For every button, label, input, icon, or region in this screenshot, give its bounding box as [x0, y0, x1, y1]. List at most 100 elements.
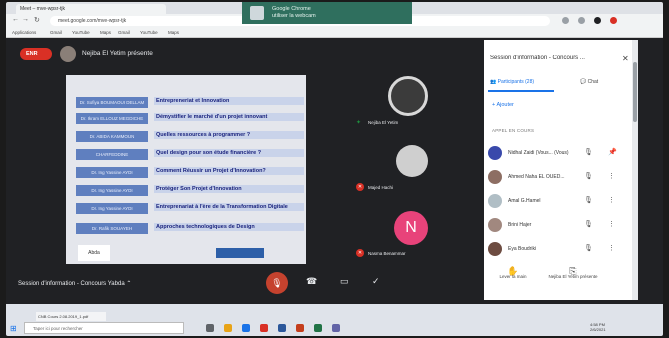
scrollbar-thumb[interactable]	[633, 62, 637, 122]
more-icon[interactable]: ⋮	[608, 196, 615, 204]
bookmark-apps[interactable]: Applications	[12, 30, 36, 35]
slide-speaker: CHARFEDDINE	[76, 149, 148, 160]
slide-topic: Démystifier le marché d'un projet innova…	[154, 113, 304, 121]
mic-off-icon: 🎙	[584, 245, 593, 252]
task-view-icon[interactable]	[206, 324, 214, 332]
bookmark-maps-2[interactable]: Maps	[168, 30, 179, 35]
bookmark-gmail[interactable]: Gmail	[50, 30, 62, 35]
slide-row: Dr. Ing Yassine AYDI Comment Réussir un …	[76, 167, 304, 179]
clock-date: 2/6/2021	[590, 327, 606, 332]
slide-topic: Protéger Son Projet d'Innovation	[154, 185, 304, 193]
present-now-button[interactable]: ✓	[372, 276, 380, 287]
excel-icon[interactable]	[314, 324, 322, 332]
participant-tile-avatar[interactable]	[388, 76, 428, 116]
windows-start-icon[interactable]: ⊞	[10, 324, 17, 333]
more-icon[interactable]: ⋮	[608, 172, 615, 180]
browser-tab[interactable]: Meet – mve-wpsr-tjk	[16, 4, 166, 14]
slide-speaker: Dr. Ing Yassine AYDI	[76, 185, 148, 196]
more-icon[interactable]: ⋮	[608, 220, 615, 228]
people-icon: 👥	[490, 79, 497, 85]
participant-row[interactable]: Amal G.Hamel 🎙 ⋮	[488, 192, 628, 212]
edge-icon[interactable]	[242, 324, 250, 332]
meeting-name: Session d'information - Concours Yabda	[18, 281, 125, 287]
mic-toggle-button[interactable]: 🎙	[266, 272, 288, 294]
raise-hand-button[interactable]: ✋ Lever la main	[488, 267, 538, 280]
mic-off-icon: 🎙	[584, 173, 593, 180]
mic-off-icon: 🎙	[584, 221, 593, 228]
chevron-up-icon: ⌃	[126, 281, 132, 287]
participant-tile-avatar[interactable]	[396, 145, 428, 177]
slide-speaker: Dr. Ing Yassine AYDI	[76, 203, 148, 214]
slide-speaker: Dr. Ikram ELLOUZ MEGDICHE	[76, 113, 148, 124]
powerpoint-icon[interactable]	[296, 324, 304, 332]
chrome-icon[interactable]	[260, 324, 268, 332]
bookmark-youtube-2[interactable]: YouTube	[140, 30, 158, 35]
slide-speaker: Dr. ABIDA KAMMOUN	[76, 131, 148, 142]
bookmark-maps[interactable]: Maps	[100, 30, 111, 35]
close-icon[interactable]: ✕	[622, 54, 629, 63]
pin-icon[interactable]: 📌	[608, 148, 617, 156]
participant-name: Ahmed Naha EL OUED...	[508, 174, 565, 180]
reload-icon[interactable]: ↻	[34, 16, 40, 24]
taskbar-clock[interactable]: 4:58 PM 2/6/2021	[590, 322, 606, 332]
file-explorer-icon[interactable]	[224, 324, 232, 332]
participant-name: Amal G.Hamel	[508, 198, 541, 204]
forward-icon[interactable]: →	[22, 16, 29, 23]
chrome-notification[interactable]: Google Chrome utiliser la webcam	[242, 2, 412, 24]
teams-icon[interactable]	[332, 324, 340, 332]
back-icon[interactable]: ←	[12, 16, 19, 23]
tab-participants-label: Participants (28)	[497, 79, 535, 85]
tab-participants[interactable]: 👥 Participants (28)	[490, 79, 534, 85]
camera-button[interactable]: ▭	[340, 276, 349, 287]
taskbar-search[interactable]: Taper ici pour rechercher	[24, 322, 184, 334]
hang-up-button[interactable]: ☎	[306, 276, 317, 287]
participant-name: Nidhal Zaidi (Vous... (Vous)	[508, 150, 569, 156]
add-people-button[interactable]: + Ajouter	[492, 102, 514, 108]
tab-chat[interactable]: 💬 Chat	[580, 79, 598, 85]
chat-icon: 💬	[580, 79, 587, 85]
more-icon[interactable]: ⋮	[608, 244, 615, 252]
slide-topic: Entreprenariat à l'ère de la Transformat…	[154, 203, 304, 211]
add-people-label: Ajouter	[496, 102, 514, 108]
present-label: Nejiba El Yetim présente	[548, 274, 598, 279]
panel-title: Session d'information - Concours ...	[490, 55, 585, 61]
participants-panel: Session d'information - Concours ... ✕ 👥…	[484, 40, 632, 300]
slide-speaker: Dr. Ing Yassine AYDI	[76, 167, 148, 178]
mic-off-icon: 🎙	[584, 197, 593, 204]
slide-row: Dr. Ing Yassine AYDI Entreprenariat à l'…	[76, 203, 304, 215]
participant-name: Eya Boudriki	[508, 246, 537, 252]
participant-row[interactable]: Brini Hajer 🎙 ⋮	[488, 216, 628, 236]
speaking-icon: ✦	[356, 120, 362, 126]
slide-row: Dr. Rafik SOUAYEH Approches technologiqu…	[76, 223, 304, 235]
slide-speaker: Dr. Rafik SOUAYEH	[76, 223, 148, 234]
presenter-avatar	[60, 46, 76, 62]
mic-off-icon: 🎙	[584, 149, 593, 156]
present-button[interactable]: ⎘ Nejiba El Yetim présente	[548, 267, 598, 280]
slide-logo: Abda	[78, 245, 110, 261]
taskbar-task[interactable]: CNB Cours 2.08.2019_1.pdf	[36, 312, 106, 321]
participant-row[interactable]: Eya Boudriki 🎙 ⋮	[488, 240, 628, 260]
slide-topic: Comment Réussir un Projet d'Innovation?	[154, 167, 304, 175]
meeting-details[interactable]: Session d'information - Concours Yabda ⌃	[18, 280, 131, 287]
notification-body: utiliser la webcam	[272, 13, 316, 19]
profile-icon[interactable]	[594, 17, 601, 24]
chrome-icon	[250, 6, 264, 20]
participant-row[interactable]: Nidhal Zaidi (Vous... (Vous) 🎙 📌	[488, 144, 628, 164]
slide-topic: Entrepreneriat et Innovation	[154, 97, 304, 105]
active-tab-indicator	[488, 90, 554, 92]
bookmark-gmail-2[interactable]: Gmail	[118, 30, 130, 35]
tab-chat-label: Chat	[587, 79, 599, 85]
extension-icon[interactable]	[562, 17, 569, 24]
participant-tile-name: Nasma Benammar	[368, 251, 406, 256]
word-icon[interactable]	[278, 324, 286, 332]
record-indicator-icon	[610, 17, 617, 24]
slide-topic: Approches technologiques de Design	[154, 223, 304, 231]
slide-row: Dr. Ikram ELLOUZ MEGDICHE Démystifier le…	[76, 113, 304, 125]
bookmark-youtube[interactable]: YouTube	[72, 30, 90, 35]
participant-tile-avatar[interactable]: N	[394, 211, 428, 245]
avatar	[488, 146, 502, 160]
extension-icon[interactable]	[578, 17, 585, 24]
participant-row[interactable]: Ahmed Naha EL OUED... 🎙 ⋮	[488, 168, 628, 188]
avatar	[488, 218, 502, 232]
slide-topic: Quel design pour son étude financière ?	[154, 149, 304, 157]
